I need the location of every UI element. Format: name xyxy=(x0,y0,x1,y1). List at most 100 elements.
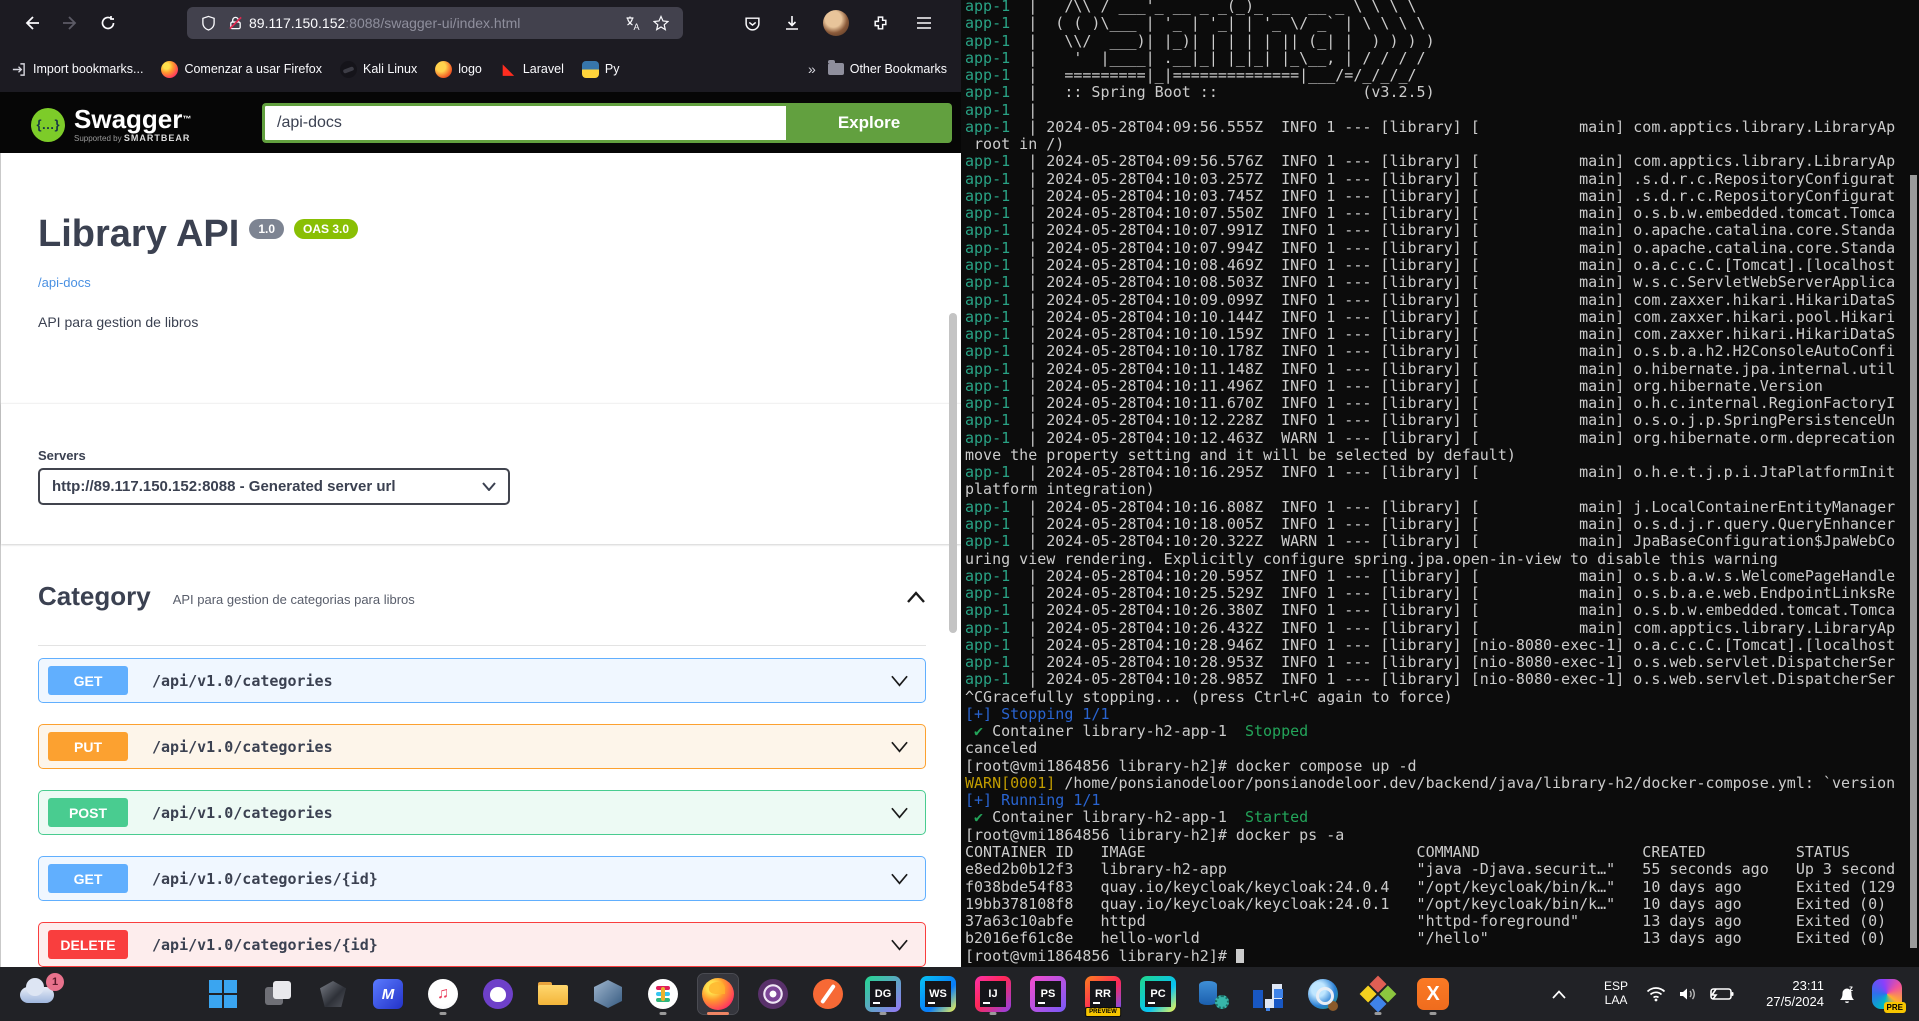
slack-icon[interactable] xyxy=(643,974,683,1014)
firefox-icon[interactable] xyxy=(698,974,738,1014)
reload-button[interactable] xyxy=(92,7,124,39)
account-avatar[interactable] xyxy=(820,7,852,39)
shield-icon[interactable] xyxy=(201,15,216,31)
battery-icon[interactable] xyxy=(1708,967,1734,1021)
datagrip-icon[interactable]: DG xyxy=(863,974,903,1014)
folder-icon xyxy=(828,63,844,75)
bookmark-label: Import bookmarks... xyxy=(33,62,143,76)
volume-icon[interactable] xyxy=(1678,967,1698,1021)
bookmark-star-icon[interactable] xyxy=(653,15,669,31)
terminal-line: app-1 | :: Spring Boot :: (v3.2.5) xyxy=(965,84,1909,101)
pocket-icon[interactable] xyxy=(736,7,768,39)
intellij-icon[interactable]: IJ xyxy=(973,974,1013,1014)
endpoint-row[interactable]: POST/api/v1.0/categories xyxy=(38,790,926,835)
bookmark-label: Py xyxy=(605,62,620,76)
task-view-button[interactable] xyxy=(258,974,298,1014)
chevron-down-icon[interactable] xyxy=(890,741,909,753)
database-monitor-icon[interactable] xyxy=(1193,974,1233,1014)
webstorm-icon[interactable]: WS xyxy=(918,974,958,1014)
chevron-down-icon[interactable] xyxy=(890,939,909,951)
wifi-icon[interactable] xyxy=(1646,967,1666,1021)
globe-search-icon[interactable] xyxy=(1303,974,1343,1014)
terminal-line: app-1 | 2024-05-28T04:09:56.576Z INFO 1 … xyxy=(965,153,1909,170)
itunes-icon[interactable]: ♫ xyxy=(423,974,463,1014)
downloads-icon[interactable] xyxy=(776,7,808,39)
spec-url-input[interactable] xyxy=(262,103,786,143)
terminal-line: app-1 | 2024-05-28T04:10:20.322Z WARN 1 … xyxy=(965,533,1909,550)
virtualbox-icon[interactable] xyxy=(588,974,628,1014)
rustrover-icon[interactable]: RRPREVIEW xyxy=(1083,974,1123,1014)
bookmark-item[interactable]: logo xyxy=(435,61,482,78)
running-indicator xyxy=(660,1012,667,1015)
terminal-line: app-1 | 2024-05-28T04:10:03.257Z INFO 1 … xyxy=(965,171,1909,188)
terminal-scrollbar[interactable] xyxy=(1910,175,1917,948)
xampp-icon[interactable]: X xyxy=(1413,974,1453,1014)
weather-widget[interactable]: 1 xyxy=(18,975,64,1013)
bookmarks-overflow-chevron[interactable]: » xyxy=(808,61,814,77)
swagger-brand: Swagger™ xyxy=(74,106,191,132)
menu-icon[interactable] xyxy=(908,7,940,39)
back-button[interactable] xyxy=(16,7,48,39)
explore-button[interactable]: Explore xyxy=(786,103,952,143)
chevron-down-icon[interactable] xyxy=(890,873,909,885)
terminal-line: app-1 | 2024-05-28T04:10:11.148Z INFO 1 … xyxy=(965,361,1909,378)
endpoint-row[interactable]: DELETE/api/v1.0/categories/{id} xyxy=(38,922,926,967)
bookmark-label: Laravel xyxy=(523,62,564,76)
bookmark-item[interactable]: ◣Laravel xyxy=(500,61,564,78)
bookmark-item[interactable]: Comenzar a usar Firefox xyxy=(161,61,322,78)
github-desktop-icon[interactable] xyxy=(478,974,518,1014)
endpoint-path: /api/v1.0/categories xyxy=(152,738,333,756)
tag-header[interactable]: Category API para gestion de categorias … xyxy=(38,581,926,612)
pixel-stairs-app-icon[interactable] xyxy=(1248,974,1288,1014)
terminal-line: platform integration) xyxy=(965,481,1909,498)
extensions-icon[interactable] xyxy=(864,7,896,39)
endpoint-row[interactable]: GET/api/v1.0/categories/{id} xyxy=(38,856,926,901)
url-bar[interactable]: 89.117.150.152:8088/swagger-ui/index.htm… xyxy=(187,7,683,39)
clock[interactable]: 23:11 27/5/2024 xyxy=(1744,967,1824,1021)
bookmark-item[interactable]: Kali Linux xyxy=(340,61,417,78)
intellij-logo-icon: IJ xyxy=(975,976,1011,1012)
browser-scrollbar[interactable] xyxy=(949,313,957,633)
server-select[interactable]: http://89.117.150.152:8088 - Generated s… xyxy=(38,468,510,505)
terminal-line: move the property setting and it will be… xyxy=(965,447,1909,464)
start-button[interactable] xyxy=(203,974,243,1014)
translate-icon[interactable]: A xyxy=(625,15,641,31)
forward-button[interactable] xyxy=(54,7,86,39)
bookmark-item[interactable]: Import bookmarks... xyxy=(10,61,143,78)
chevron-down-icon[interactable] xyxy=(890,807,909,819)
terminal-line: app-1 | 2024-05-28T04:10:11.670Z INFO 1 … xyxy=(965,395,1909,412)
server-select-value: http://89.117.150.152:8088 - Generated s… xyxy=(52,478,396,495)
endpoint-path: /api/v1.0/categories/{id} xyxy=(152,870,378,888)
gem-app-icon[interactable] xyxy=(313,974,353,1014)
tor-browser-icon[interactable] xyxy=(753,974,793,1014)
pycharm-icon[interactable]: PC xyxy=(1138,974,1178,1014)
terminal-line: app-1 | 2024-05-28T04:10:16.808Z INFO 1 … xyxy=(965,499,1909,516)
phpstorm-icon[interactable]: PS xyxy=(1028,974,1068,1014)
other-bookmarks-folder[interactable]: Other Bookmarks xyxy=(828,62,947,76)
language-indicator[interactable]: ESPLAA xyxy=(1593,967,1639,1021)
color-diamond-app-icon[interactable] xyxy=(1358,974,1398,1014)
terminal-window[interactable]: app-1 | /\\ / ___'_ __ _ _(_)_ __ __ _ \… xyxy=(961,0,1919,967)
terminal-line: app-1 | 2024-05-28T04:10:28.985Z INFO 1 … xyxy=(965,671,1909,688)
phpstorm-logo-icon: PS xyxy=(1030,976,1066,1012)
file-explorer-icon[interactable] xyxy=(533,974,573,1014)
terminal-output: app-1 | /\\ / ___'_ __ _ _(_)_ __ __ _ \… xyxy=(965,0,1909,965)
endpoint-row[interactable]: GET/api/v1.0/categories xyxy=(38,658,926,703)
tray-expand-chevron-icon[interactable] xyxy=(1552,967,1566,1021)
terminal-line: [+] Running 1/1 xyxy=(965,792,1909,809)
m-app-icon[interactable]: M xyxy=(368,974,408,1014)
spec-link[interactable]: /api-docs xyxy=(38,275,91,290)
bookmark-item[interactable]: Py xyxy=(582,61,620,78)
copilot-icon[interactable]: PRE xyxy=(1872,967,1902,1021)
firefox-window: 89.117.150.152:8088/swagger-ui/index.htm… xyxy=(0,0,961,967)
insecure-lock-icon[interactable] xyxy=(228,15,243,31)
swagger-logo: {…} Swagger™ Supported by SMARTBEAR xyxy=(31,106,191,143)
chevron-up-icon[interactable] xyxy=(906,591,926,603)
terminal-line: canceled xyxy=(965,740,1909,757)
chevron-down-icon[interactable] xyxy=(890,675,909,687)
postman-icon[interactable] xyxy=(808,974,848,1014)
date-text: 27/5/2024 xyxy=(1766,994,1824,1009)
four-color-diamond-icon xyxy=(1360,976,1397,1013)
notification-bell-icon[interactable]: z xyxy=(1836,967,1858,1021)
endpoint-row[interactable]: PUT/api/v1.0/categories xyxy=(38,724,926,769)
